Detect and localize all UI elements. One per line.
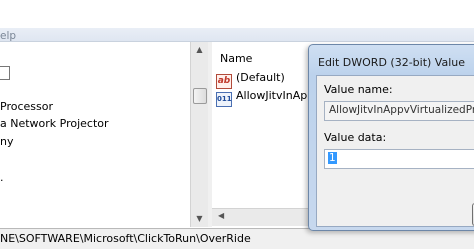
- status-bar: NE\SOFTWARE\Microsoft\ClickToRun\OverRid…: [0, 228, 474, 249]
- scroll-down-icon[interactable]: ▼: [191, 211, 208, 227]
- value-name-label: Value name:: [324, 83, 393, 96]
- value-name: (Default): [236, 71, 285, 84]
- dialog-body: Value name: AllowJitvInAppvVirtualizedPr…: [316, 75, 474, 227]
- tree-vertical-scrollbar[interactable]: ▲ ▼: [190, 42, 209, 227]
- value-data-text: 1: [328, 152, 337, 164]
- tree-selection-box: [0, 66, 10, 80]
- scroll-up-icon[interactable]: ▲: [191, 42, 208, 58]
- value-name: AllowJitvInApp: [236, 89, 315, 102]
- value-data-label: Value data:: [324, 131, 387, 144]
- status-path: NE\SOFTWARE\Microsoft\ClickToRun\OverRid…: [0, 232, 251, 245]
- scroll-left-icon[interactable]: ◀: [218, 211, 224, 220]
- value-name-field[interactable]: AllowJitvInAppvVirtualizedProces: [324, 101, 474, 121]
- edit-dword-dialog: Edit DWORD (32-bit) Value Value name: Al…: [308, 44, 474, 231]
- column-header-label: Name: [220, 52, 253, 65]
- binary-value-icon: 011: [216, 92, 232, 107]
- list-horizontal-scrollbar[interactable]: ◀: [212, 208, 312, 226]
- tree-item[interactable]: a Network Projector: [0, 117, 109, 130]
- scroll-thumb[interactable]: [193, 88, 207, 104]
- list-row[interactable]: ab (Default): [216, 71, 285, 89]
- value-name-text: AllowJitvInAppvVirtualizedProces: [329, 104, 474, 116]
- value-data-input[interactable]: 1: [324, 149, 474, 169]
- column-header-name[interactable]: Name: [212, 48, 313, 70]
- tree-item[interactable]: Processor: [0, 100, 53, 113]
- menu-help[interactable]: elp: [0, 30, 16, 42]
- menu-bar: elp: [0, 0, 474, 42]
- dialog-title: Edit DWORD (32-bit) Value: [318, 56, 466, 69]
- registry-tree-pane[interactable]: e Processor a Network Projector ny .: [0, 42, 190, 227]
- list-row[interactable]: 011 AllowJitvInApp: [216, 89, 315, 107]
- tree-item[interactable]: ny: [0, 135, 13, 148]
- tree-item[interactable]: .: [0, 171, 4, 184]
- string-value-icon: ab: [216, 74, 232, 89]
